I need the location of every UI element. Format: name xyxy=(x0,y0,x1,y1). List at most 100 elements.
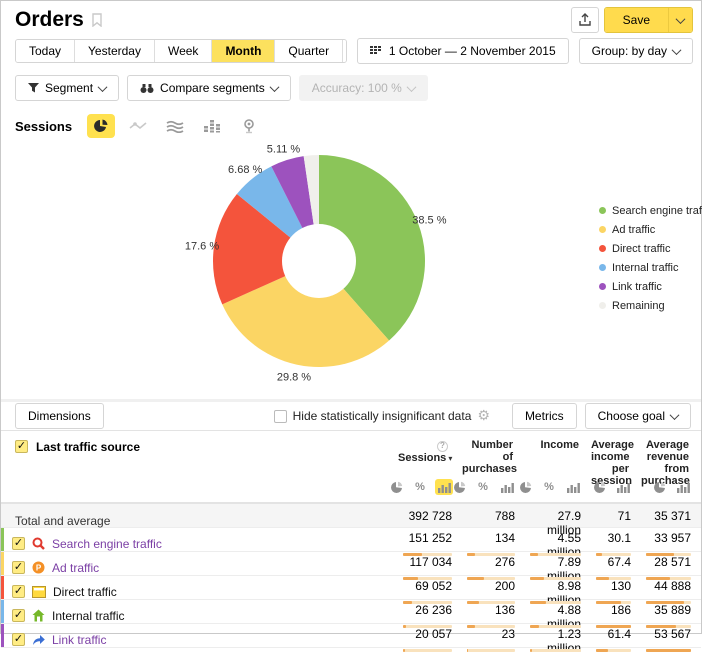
legend-label: Link traffic xyxy=(612,281,662,293)
row-color-strip xyxy=(1,552,4,575)
source-link[interactable]: Ad traffic xyxy=(52,561,99,575)
bars-metric-icon[interactable] xyxy=(498,479,516,495)
choose-goal-button[interactable]: Choose goal xyxy=(585,403,691,429)
source-link[interactable]: Direct traffic xyxy=(53,585,117,599)
dimensions-button[interactable]: Dimensions xyxy=(15,403,104,429)
legend-item[interactable]: Remaining xyxy=(599,296,702,315)
source-link[interactable]: Internal traffic xyxy=(52,609,124,623)
link-traffic-icon xyxy=(32,633,45,646)
chart-type-line-icon[interactable] xyxy=(124,114,152,138)
column-label: Sessions xyxy=(398,452,446,464)
pie-metric-icon[interactable] xyxy=(387,479,405,495)
legend-label: Remaining xyxy=(612,300,665,312)
row-color-strip xyxy=(1,624,4,647)
dimension-checkbox[interactable] xyxy=(15,440,28,453)
pie-slice-label: 6.68 % xyxy=(228,164,262,176)
save-dropdown-button[interactable] xyxy=(668,8,692,32)
pie-slice-label: 29.8 % xyxy=(277,371,311,383)
legend-dot-icon xyxy=(599,264,606,271)
percent-metric-icon[interactable]: % xyxy=(474,479,492,495)
row-color-strip xyxy=(1,576,4,599)
bookmark-icon[interactable] xyxy=(92,13,102,27)
table-row: Link traffic20 057231.23 million61.453 5… xyxy=(1,624,701,648)
export-icon xyxy=(578,13,592,27)
legend-label: Search engine traffic xyxy=(612,205,702,217)
chart-type-stacked-icon[interactable] xyxy=(161,114,189,138)
bars-metric-icon[interactable] xyxy=(614,479,632,495)
gear-icon[interactable]: ⚙ xyxy=(477,408,490,424)
percent-metric-icon[interactable]: % xyxy=(411,479,429,495)
metrics-button[interactable]: Metrics xyxy=(512,403,577,429)
value-bar xyxy=(530,649,581,652)
value-bar xyxy=(467,649,515,652)
legend-item[interactable]: Direct traffic xyxy=(599,239,702,258)
legend-item[interactable]: Ad traffic xyxy=(599,220,702,239)
row-checkbox[interactable] xyxy=(12,561,25,574)
row-checkbox[interactable] xyxy=(12,537,25,550)
donut-hole xyxy=(282,224,356,298)
tab-week[interactable]: Week xyxy=(155,40,212,62)
table-body: Total and average392 72878827.9 million7… xyxy=(1,503,701,648)
table-header: Last traffic source ?Sessions▾ % Number … xyxy=(1,431,701,503)
legend-item[interactable]: Link traffic xyxy=(599,277,702,296)
table-row: Direct traffic69 0522008.98 million13044… xyxy=(1,576,701,600)
legend-item[interactable]: Internal traffic xyxy=(599,258,702,277)
legend-item[interactable]: Search engine traffic xyxy=(599,201,702,220)
source-link[interactable]: Search engine traffic xyxy=(52,537,162,551)
accuracy-button[interactable]: Accuracy: 100 % xyxy=(299,75,428,101)
table-cell-value: 61.4 xyxy=(591,624,641,655)
compare-segments-label: Compare segments xyxy=(160,81,265,95)
legend-dot-icon xyxy=(599,207,606,214)
column-header-avg-revenue[interactable]: Average revenue from purchase xyxy=(641,431,701,502)
row-color-strip xyxy=(1,600,4,623)
export-button[interactable] xyxy=(571,7,599,33)
row-checkbox[interactable] xyxy=(12,585,25,598)
row-checkbox[interactable] xyxy=(12,609,25,622)
tab-quarter[interactable]: Quarter xyxy=(275,40,343,62)
source-link[interactable]: Link traffic xyxy=(52,633,106,647)
column-label: Income xyxy=(540,439,579,451)
tab-yesterday[interactable]: Yesterday xyxy=(75,40,155,62)
column-header-income[interactable]: Income % xyxy=(525,431,591,502)
legend-label: Ad traffic xyxy=(612,224,655,236)
column-label: Number of purchases xyxy=(462,439,517,475)
table-row: Internal traffic26 2361364.88 million186… xyxy=(1,600,701,624)
row-checkbox[interactable] xyxy=(12,633,25,646)
date-range-button[interactable]: 1 October — 2 November 2015 xyxy=(357,38,569,64)
svg-text:P: P xyxy=(36,564,42,573)
legend-dot-icon xyxy=(599,226,606,233)
segment-button[interactable]: Segment xyxy=(15,75,119,101)
page-header: Orders Save xyxy=(1,1,701,35)
sessions-pie-chart: 38.5 %29.8 %17.6 %6.68 %5.11 % xyxy=(1,137,702,399)
total-row: Total and average392 72878827.9 million7… xyxy=(1,503,701,528)
pie-metric-icon[interactable] xyxy=(590,479,608,495)
column-header-avg-income[interactable]: Average income per session xyxy=(591,431,641,502)
dimension-header-label: Last traffic source xyxy=(36,440,140,454)
pie-metric-icon[interactable] xyxy=(650,479,668,495)
group-by-label: Group: by day xyxy=(592,44,667,58)
bars-metric-icon[interactable] xyxy=(674,479,692,495)
search-traffic-icon xyxy=(32,537,45,550)
hide-insignificant-checkbox[interactable] xyxy=(274,410,287,423)
tab-today[interactable]: Today xyxy=(16,40,75,62)
value-bar xyxy=(403,649,452,652)
chart-type-map-icon[interactable] xyxy=(235,114,263,138)
chart-type-columns-icon[interactable] xyxy=(198,114,226,138)
legend-label: Internal traffic xyxy=(612,262,678,274)
dimension-header-cell: Last traffic source xyxy=(1,431,398,502)
save-button[interactable]: Save xyxy=(605,8,668,32)
table-row: Search engine traffic151 2521344.55 mill… xyxy=(1,528,701,552)
table-cell-value: 53 567 xyxy=(641,624,701,655)
tab-month[interactable]: Month xyxy=(212,40,275,62)
group-by-button[interactable]: Group: by day xyxy=(579,38,693,64)
tab-year[interactable]: Year xyxy=(343,40,347,62)
help-icon[interactable]: ? xyxy=(437,441,448,452)
bars-metric-icon[interactable] xyxy=(564,479,582,495)
pie-metric-icon[interactable] xyxy=(450,479,468,495)
compare-segments-button[interactable]: Compare segments xyxy=(127,75,291,101)
row-color-strip xyxy=(1,528,4,551)
pie-metric-icon[interactable] xyxy=(516,479,534,495)
chart-type-pie-icon[interactable] xyxy=(87,114,115,138)
percent-metric-icon[interactable]: % xyxy=(540,479,558,495)
table-controls: Dimensions Hide statistically insignific… xyxy=(1,399,701,431)
